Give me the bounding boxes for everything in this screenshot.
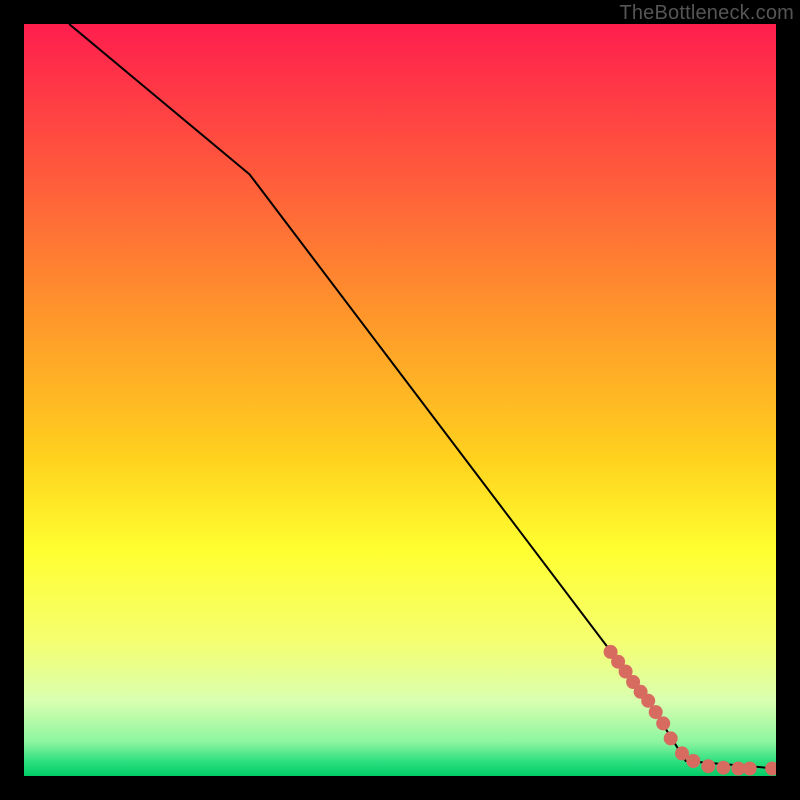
data-point <box>716 761 730 775</box>
chart-container: TheBottleneck.com <box>0 0 800 800</box>
data-point <box>743 762 757 776</box>
data-point <box>664 731 678 745</box>
plot-area <box>24 24 776 776</box>
data-point <box>686 754 700 768</box>
watermark-label: TheBottleneck.com <box>619 2 794 25</box>
chart-svg <box>24 24 776 776</box>
gradient-background <box>24 24 776 776</box>
data-point <box>656 716 670 730</box>
data-point <box>701 759 715 773</box>
